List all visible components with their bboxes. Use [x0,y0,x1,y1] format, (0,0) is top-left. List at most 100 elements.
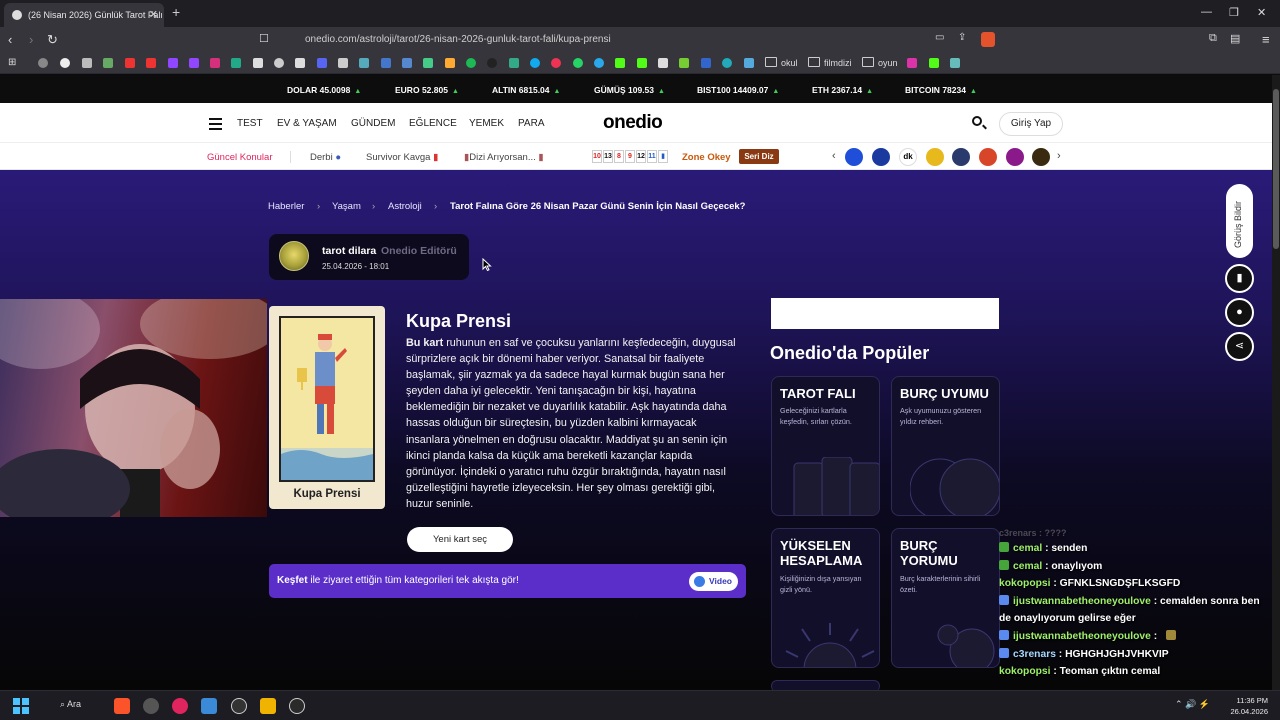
comment-icon[interactable]: ● [1225,298,1254,327]
popular-card-burc-uyumu[interactable]: BURÇ UYUMU Aşk uyumunuzu gösteren yıldız… [891,376,1000,516]
bookmark-icon[interactable] [530,58,540,68]
minimize-icon[interactable]: — [1201,6,1212,18]
share-icon[interactable]: ⋖ [1225,332,1254,361]
ticker-gumus[interactable]: GÜMÜŞ 109.53 ▲ [594,85,665,95]
scrollbar-thumb[interactable] [1273,89,1279,249]
reload-icon[interactable]: ↻ [47,32,58,48]
back-icon[interactable]: ‹ [8,32,12,47]
brand-circle[interactable] [979,148,997,166]
bookmark-folder-okul[interactable]: okul [765,57,798,68]
kick-bookmark-icon[interactable] [929,58,939,68]
login-button[interactable]: Giriş Yap [999,112,1063,136]
brand-circle[interactable] [926,148,944,166]
file-explorer-icon[interactable] [260,698,276,714]
close-window-icon[interactable]: ✕ [1257,6,1266,19]
nav-gundem[interactable]: GÜNDEM [351,118,395,129]
nav-para[interactable]: PARA [518,118,545,129]
media-taskbar-icon[interactable] [172,698,188,714]
bookmark-icon[interactable]: ▮ [1225,264,1254,293]
kick-bookmark-icon[interactable] [615,58,625,68]
nav-yemek[interactable]: YEMEK [469,118,504,129]
x-bookmark-icon[interactable] [253,58,263,68]
bookmark-icon[interactable] [722,58,732,68]
carousel-prev-icon[interactable]: ‹ [832,150,836,162]
ticker-dolar[interactable]: DOLAR 45.0098 ▲ [287,85,361,95]
taskbar-search[interactable]: ⌕ Ara [60,699,81,710]
tiktok-bookmark-icon[interactable] [295,58,305,68]
bookmark-icon[interactable] [445,58,455,68]
popular-card-burc-yorumu[interactable]: BURÇ YORUMU Burç karakterlerinin sihirli… [891,528,1000,668]
new-card-button[interactable]: Yeni kart seç [407,527,513,552]
bookmark-folder-filmdizi[interactable]: filmdizi [808,57,852,68]
bookmark-folder-oyun[interactable]: oyun [862,57,898,68]
bookmark-icon[interactable] [551,58,561,68]
history-bookmark-icon[interactable] [38,58,48,68]
browser-tab[interactable]: (26 Nisan 2026) Günlük Tarot Falı ✕ [4,3,164,27]
share-icon[interactable]: ⇪ [958,32,966,43]
system-tray-icons[interactable]: ⌃ 🔊 ⚡ [1175,699,1210,710]
bookmark-icon[interactable] [359,58,369,68]
extensions-icon[interactable]: ⧉ [1209,32,1217,45]
instagram-bookmark-icon[interactable] [210,58,220,68]
photos-taskbar-icon[interactable] [201,698,217,714]
bookmark-icon[interactable] [679,58,689,68]
cast-icon[interactable]: ▭ [935,32,944,43]
bookmark-icon[interactable] [907,58,917,68]
apps-grid-icon[interactable]: ⊞ [8,57,16,68]
bookmark-icon[interactable] [381,58,391,68]
brand-circle[interactable]: dk [899,148,917,166]
google-bookmark-icon[interactable] [60,58,70,68]
bookmark-icon[interactable] [103,58,113,68]
ticker-altin[interactable]: ALTIN 6815.04 ▲ [492,85,560,95]
breadcrumb-astroloji[interactable]: Astroloji [388,201,422,212]
page-scrollbar[interactable] [1272,75,1280,690]
bookmark-icon[interactable] [274,58,284,68]
new-tab-icon[interactable]: + [172,4,180,20]
maximize-icon[interactable]: ❐ [1229,6,1239,19]
popular-card-yukselen[interactable]: YÜKSELEN HESAPLAMA Kişiliğinizin dışa ya… [771,528,880,668]
brand-circle[interactable] [845,148,863,166]
discover-banner[interactable]: Keşfet ile ziyaret ettiğin tüm kategoril… [269,564,746,598]
app-taskbar-icon[interactable] [231,698,247,714]
tarot-card[interactable]: Kupa Prensi [269,306,385,509]
breadcrumb-haberler[interactable]: Haberler [268,201,304,212]
bookmark-icon[interactable] [658,58,668,68]
app-taskbar-icon[interactable] [289,698,305,714]
video-button[interactable]: Video [689,572,738,591]
ticker-bist100[interactable]: BIST100 14409.07 ▲ [697,85,779,95]
bookmark-icon[interactable] [509,58,519,68]
bookmark-icon[interactable] [231,58,241,68]
youtube-bookmark-icon[interactable] [125,58,135,68]
windows-start-icon[interactable] [13,698,29,714]
discord-bookmark-icon[interactable] [317,58,327,68]
youtube-bookmark-icon[interactable] [146,58,156,68]
spotify-bookmark-icon[interactable] [466,58,476,68]
topic-survivor[interactable]: Survivor Kavga ▮ [366,152,438,163]
bookmark-icon[interactable] [744,58,754,68]
bookmark-icon[interactable] [402,58,412,68]
bookmark-icon[interactable] [950,58,960,68]
drive-bookmark-icon[interactable] [423,58,433,68]
url-field[interactable]: onedio.com/astroloji/tarot/26-nisan-2026… [280,30,1000,50]
bookmark-icon[interactable] [82,58,92,68]
feedback-button[interactable]: Görüş Bildir [1226,184,1253,258]
nav-ev-yasam[interactable]: EV & YAŞAM [277,118,337,129]
zone-okey-badge[interactable]: Seri Diz [739,149,779,164]
bookmark-page-icon[interactable]: ☐ [259,32,269,45]
ticker-bitcoin[interactable]: BITCOIN 78234 ▲ [905,85,977,95]
zone-okey-label[interactable]: Zone Okey [682,152,731,163]
topic-dizi[interactable]: ▮Dizi Arıyorsan... ▮ [464,152,544,163]
site-logo[interactable]: onedio [603,112,663,134]
kick-bookmark-icon[interactable] [637,58,647,68]
popular-card-tarot-fali[interactable]: TAROT FALI Geleceğinizi kartlarla keşfed… [771,376,880,516]
nav-test[interactable]: TEST [237,118,263,129]
breadcrumb-yasam[interactable]: Yaşam [332,201,361,212]
brave-taskbar-icon[interactable] [114,698,130,714]
brand-circle[interactable] [872,148,890,166]
twitch-bookmark-icon[interactable] [189,58,199,68]
bookmark-icon[interactable] [338,58,348,68]
author-box[interactable]: tarot dilara Onedio Editörü 25.04.2026 -… [269,234,469,280]
brand-circle[interactable] [952,148,970,166]
sidebar-icon[interactable]: ▤ [1230,32,1240,45]
obs-taskbar-icon[interactable] [143,698,159,714]
